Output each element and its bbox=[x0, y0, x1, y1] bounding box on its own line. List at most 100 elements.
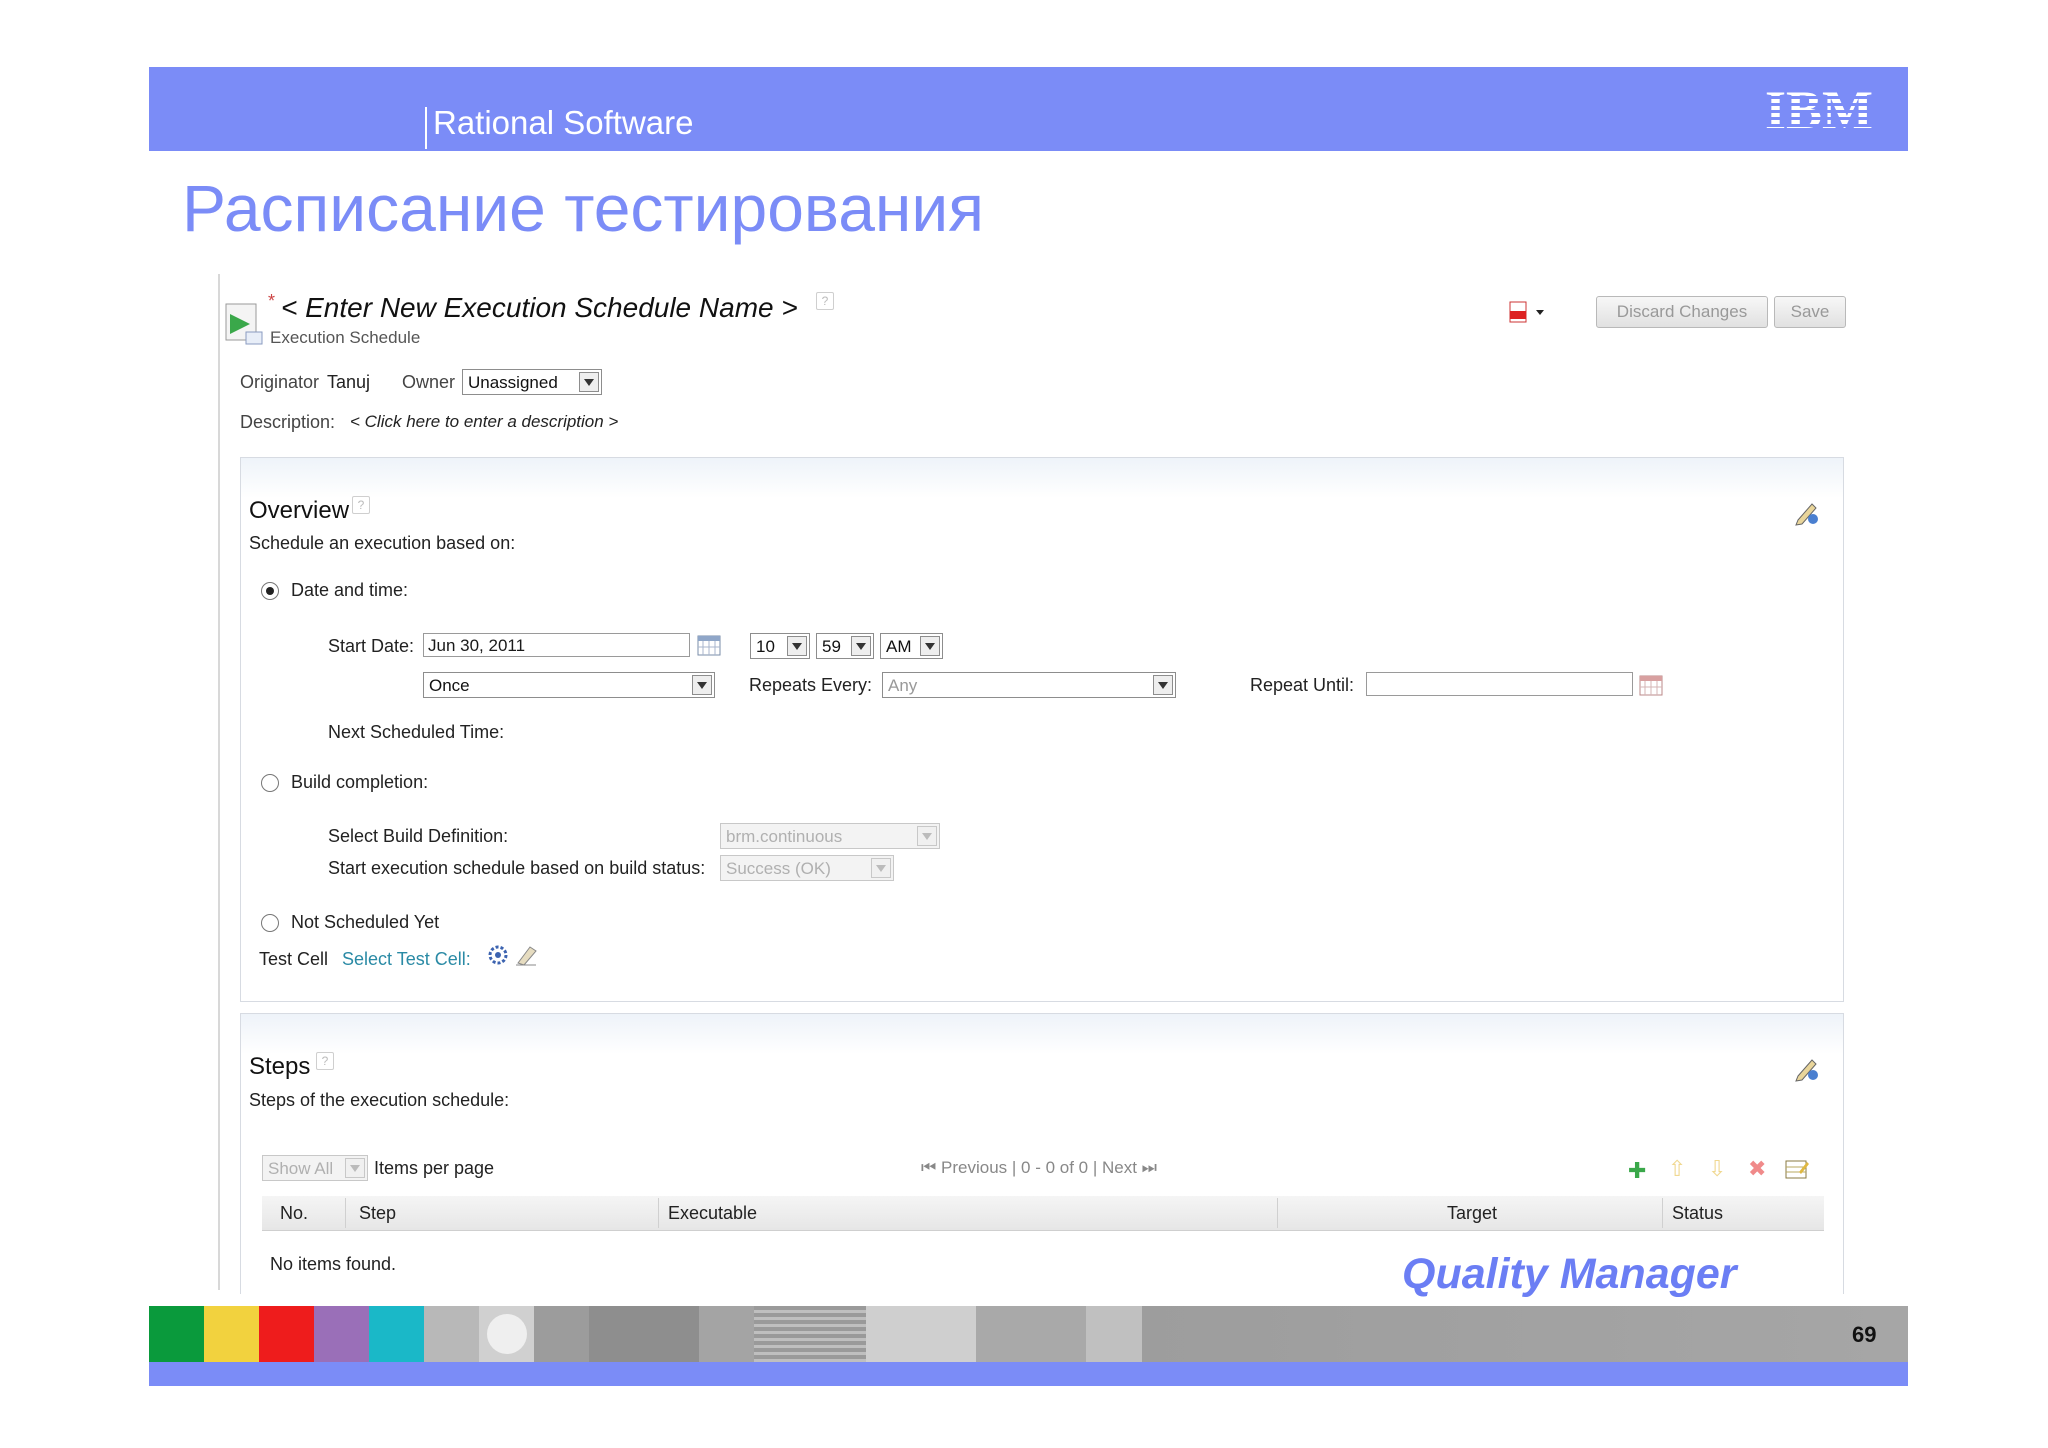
move-down-icon[interactable]: ⇩ bbox=[1708, 1156, 1726, 1182]
footer-image-block bbox=[754, 1306, 866, 1362]
gear-icon[interactable] bbox=[486, 943, 510, 967]
footer-color-block bbox=[369, 1306, 424, 1362]
originator-label: Originator bbox=[240, 372, 320, 392]
column-executable[interactable]: Executable bbox=[668, 1203, 757, 1224]
repeat-until-input[interactable] bbox=[1366, 672, 1633, 696]
help-icon[interactable]: ? bbox=[816, 292, 834, 310]
footer-color-block bbox=[149, 1306, 204, 1362]
build-status-select[interactable]: Success (OK) bbox=[720, 855, 894, 881]
chevron-down-icon bbox=[851, 636, 871, 656]
owner-select-value: Unassigned bbox=[468, 373, 558, 392]
footer-image-block bbox=[479, 1306, 534, 1362]
last-page-icon[interactable]: ⏭ bbox=[1137, 1158, 1157, 1177]
ampm-select[interactable]: AM bbox=[880, 633, 943, 659]
footer-image-block bbox=[424, 1306, 479, 1362]
minute-select[interactable]: 59 bbox=[816, 633, 874, 659]
help-icon[interactable]: ? bbox=[352, 496, 370, 514]
minute-select-value: 59 bbox=[822, 637, 841, 656]
column-divider bbox=[1277, 1198, 1278, 1228]
eraser-icon[interactable] bbox=[514, 943, 538, 967]
build-completion-radio[interactable] bbox=[261, 774, 279, 792]
schedule-name-field[interactable]: < Enter New Execution Schedule Name > bbox=[281, 292, 798, 324]
build-status-label: Start execution schedule based on build … bbox=[328, 858, 706, 878]
start-date-input[interactable]: Jun 30, 2011 bbox=[423, 633, 690, 657]
show-all-select[interactable]: Show All bbox=[262, 1155, 368, 1181]
pdf-export-icon[interactable] bbox=[1508, 300, 1548, 326]
repeats-every-select[interactable]: Any bbox=[882, 672, 1176, 698]
column-no[interactable]: No. bbox=[280, 1203, 308, 1224]
not-scheduled-radio[interactable] bbox=[261, 914, 279, 932]
hour-select[interactable]: 10 bbox=[750, 633, 810, 659]
help-icon[interactable]: ? bbox=[316, 1052, 334, 1070]
steps-subtitle: Steps of the execution schedule: bbox=[249, 1090, 510, 1110]
pager[interactable]: ⏮ Previous | 0 - 0 of 0 | Next ⏭ bbox=[921, 1158, 1157, 1178]
overview-subtitle: Schedule an execution based on: bbox=[249, 533, 516, 553]
hour-select-value: 10 bbox=[756, 637, 775, 656]
pager-text: Previous | 0 - 0 of 0 | Next bbox=[941, 1158, 1137, 1177]
chevron-down-icon bbox=[920, 636, 940, 656]
chevron-down-icon bbox=[871, 858, 891, 878]
editor-subtitle: Execution Schedule bbox=[270, 328, 421, 347]
chevron-down-icon bbox=[579, 372, 599, 392]
column-status[interactable]: Status bbox=[1672, 1203, 1723, 1224]
owner-select[interactable]: Unassigned bbox=[462, 369, 602, 395]
discard-changes-button[interactable]: Discard Changes bbox=[1596, 296, 1768, 328]
footer-color-block bbox=[314, 1306, 369, 1362]
footer-image-block bbox=[699, 1306, 754, 1362]
date-time-radio[interactable] bbox=[261, 582, 279, 600]
steps-title: Steps bbox=[249, 1053, 311, 1080]
brand-footer: Quality Manager bbox=[1402, 1250, 1737, 1298]
add-icon[interactable]: ✚ bbox=[1628, 1158, 1646, 1184]
first-page-icon[interactable]: ⏮ bbox=[921, 1158, 941, 1177]
column-divider bbox=[658, 1198, 659, 1228]
repeats-every-label: Repeats Every: bbox=[749, 675, 873, 695]
footer-image-block bbox=[589, 1306, 699, 1362]
edit-pencil-icon[interactable] bbox=[1792, 1054, 1820, 1082]
slide-title: Расписание тестирования bbox=[182, 171, 984, 245]
footer-image-block bbox=[976, 1306, 1086, 1362]
build-status-value: Success (OK) bbox=[726, 859, 831, 878]
build-definition-value: brm.continuous bbox=[726, 827, 843, 846]
originator-value: Tanuj bbox=[327, 372, 371, 392]
footer-image-block bbox=[866, 1306, 976, 1362]
frequency-select-value: Once bbox=[429, 676, 470, 695]
footer-image-block bbox=[534, 1306, 589, 1362]
select-test-cell-link[interactable]: Select Test Cell: bbox=[342, 949, 471, 970]
page-number: 69 bbox=[1852, 1322, 1877, 1347]
column-step[interactable]: Step bbox=[359, 1203, 396, 1224]
show-all-value: Show All bbox=[268, 1159, 334, 1178]
move-up-icon[interactable]: ⇧ bbox=[1668, 1156, 1686, 1182]
slide-bottom-bar bbox=[149, 1362, 1908, 1386]
column-divider bbox=[1662, 1198, 1663, 1228]
chevron-down-icon bbox=[692, 675, 712, 695]
chevron-down-icon bbox=[345, 1158, 365, 1178]
save-button[interactable]: Save bbox=[1774, 296, 1846, 328]
frequency-select[interactable]: Once bbox=[423, 672, 715, 698]
footer-circle-shape bbox=[487, 1314, 527, 1354]
ampm-select-value: AM bbox=[886, 637, 912, 656]
unsaved-marker: * bbox=[268, 291, 276, 311]
edit-table-icon[interactable] bbox=[1785, 1158, 1809, 1180]
items-per-page-label: Items per page bbox=[374, 1158, 495, 1178]
test-cell-label: Test Cell bbox=[259, 949, 329, 969]
delete-icon[interactable]: ✖ bbox=[1748, 1156, 1766, 1182]
header-divider bbox=[425, 107, 427, 149]
chevron-down-icon bbox=[787, 636, 807, 656]
edit-pencil-icon[interactable] bbox=[1792, 498, 1820, 526]
owner-label: Owner bbox=[402, 372, 456, 392]
column-divider bbox=[345, 1198, 346, 1228]
repeats-every-select-value: Any bbox=[888, 676, 918, 695]
repeat-until-label: Repeat Until: bbox=[1250, 675, 1355, 695]
column-target[interactable]: Target bbox=[1447, 1203, 1497, 1224]
chevron-down-icon bbox=[917, 826, 937, 846]
description-field[interactable]: < Click here to enter a description > bbox=[350, 412, 618, 432]
footer-image-block bbox=[1086, 1306, 1142, 1362]
footer-gray-block bbox=[1142, 1306, 1908, 1362]
footer-color-block bbox=[259, 1306, 314, 1362]
build-definition-select[interactable]: brm.continuous bbox=[720, 823, 940, 849]
calendar-icon[interactable] bbox=[1639, 674, 1663, 696]
not-scheduled-label: Not Scheduled Yet bbox=[291, 912, 440, 932]
build-completion-label: Build completion: bbox=[291, 772, 429, 792]
execution-schedule-icon bbox=[225, 303, 263, 345]
calendar-icon[interactable] bbox=[697, 634, 721, 656]
